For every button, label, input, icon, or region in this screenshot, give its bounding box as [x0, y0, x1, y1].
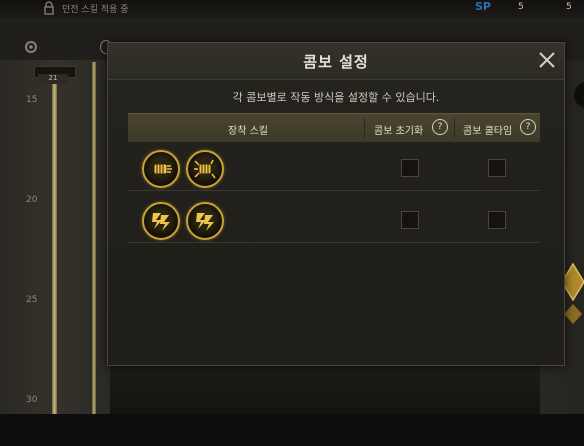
top-value-1: 5	[518, 2, 524, 12]
gear-icon[interactable]	[24, 40, 38, 54]
top-title: 던전 스킬 적용 중	[62, 5, 129, 15]
combo-cooltime-checkbox[interactable]	[488, 211, 506, 229]
column-equipped-skill: 장착 스킬	[228, 126, 268, 137]
combo-reset-checkbox[interactable]	[401, 159, 419, 177]
bottom-fade	[110, 362, 540, 414]
top-bar: 던전 스킬 적용 중 SP 5 5	[0, 0, 584, 18]
help-icon[interactable]: ?	[432, 119, 448, 135]
level-rail	[52, 70, 57, 446]
combo-cooltime-checkbox[interactable]	[488, 159, 506, 177]
modal-title: 콤보 설정	[303, 53, 369, 71]
column-combo-reset: 콤보 초기화	[374, 126, 424, 137]
level-tick: 25	[26, 295, 38, 305]
level-tick: 30	[26, 395, 38, 405]
sp-label: SP	[475, 0, 491, 13]
top-value-2: 5	[566, 2, 572, 12]
lightning-claw-icon[interactable]	[186, 202, 224, 240]
bottom-strip	[0, 414, 584, 446]
column-divider	[454, 118, 455, 138]
combo-row	[128, 143, 540, 191]
lock-icon	[44, 1, 54, 15]
table-header: 장착 스킬 콤보 초기화 ? 콤보 쿨타임 ?	[128, 113, 540, 142]
help-icon[interactable]: ?	[520, 119, 536, 135]
fist-burst-icon[interactable]	[186, 150, 224, 188]
column-combo-cooltime: 콤보 쿨타임	[463, 126, 513, 137]
lightning-claw-icon[interactable]	[142, 202, 180, 240]
combo-reset-checkbox[interactable]	[401, 211, 419, 229]
modal-description: 각 콤보별로 작동 방식을 설정할 수 있습니다.	[232, 91, 440, 104]
close-icon[interactable]	[536, 49, 558, 71]
level-tick: 20	[26, 195, 38, 205]
combo-row	[128, 195, 540, 243]
column-divider	[364, 118, 365, 138]
modal-header: 콤보 설정	[108, 43, 564, 80]
rail-cap-label: 21	[38, 74, 68, 84]
fist-strike-icon[interactable]	[142, 150, 180, 188]
combo-settings-modal: 콤보 설정 각 콤보별로 작동 방식을 설정할 수 있습니다. 장착 스킬 콤보…	[107, 42, 565, 366]
level-tick: 15	[26, 95, 38, 105]
level-rail-secondary	[92, 62, 96, 446]
